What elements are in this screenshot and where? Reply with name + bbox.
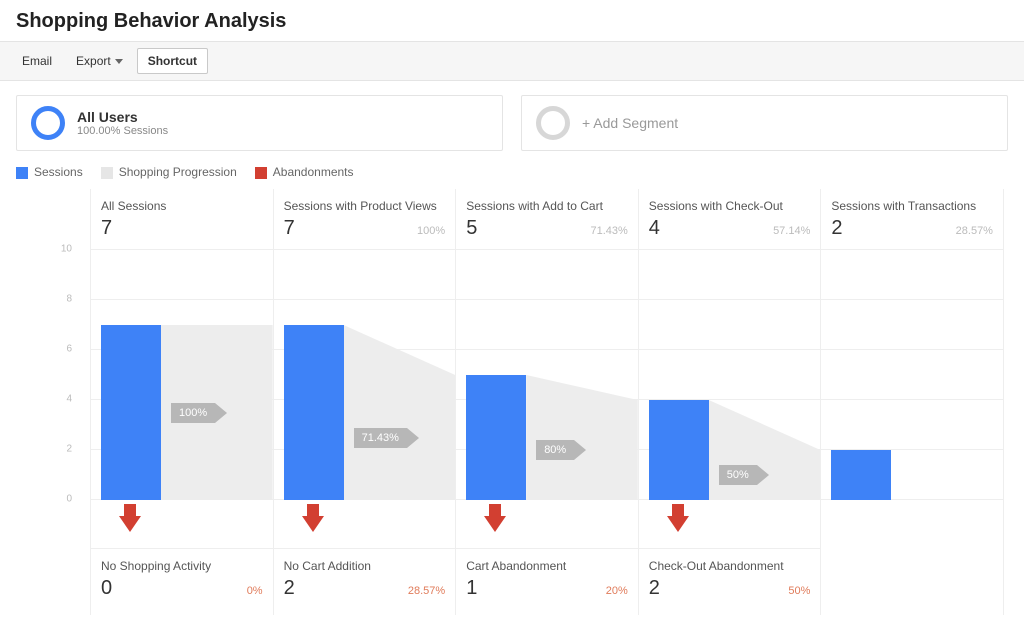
abandon-pct: 20% [606, 585, 628, 597]
progression-pct: 80% [536, 440, 574, 460]
sessions-bar [101, 325, 161, 500]
step-header: All Sessions 7 [91, 189, 273, 250]
toolbar: Email Export Shortcut [0, 41, 1024, 81]
abandon-footer: No Cart Addition 2 28.57% [274, 549, 456, 615]
abandon-arrow-area [274, 500, 456, 549]
sessions-bar [649, 400, 709, 500]
abandon-pct: 28.57% [408, 585, 445, 597]
email-button[interactable]: Email [12, 49, 62, 73]
segment-all-users[interactable]: All Users 100.00% Sessions [16, 95, 503, 151]
arrow-down-icon [667, 516, 689, 532]
abandon-label: Cart Abandonment [466, 559, 628, 573]
progression-arrow: 50% [719, 465, 769, 485]
step-header: Sessions with Transactions 2 28.57% [821, 189, 1003, 250]
sessions-bar [466, 375, 526, 500]
funnel-step[interactable]: Sessions with Transactions 2 28.57% [820, 189, 1004, 615]
funnel-step[interactable]: Sessions with Product Views 7 100% 71.43% No… [273, 189, 456, 615]
legend-item-abandonments: Abandonments [255, 165, 354, 179]
step-pct: 100% [417, 225, 445, 237]
export-button[interactable]: Export [66, 49, 133, 73]
abandon-arrow-area [456, 500, 638, 549]
step-value: 7 [284, 217, 295, 240]
abandon-value: 0 [101, 577, 112, 600]
step-pct: 71.43% [590, 225, 627, 237]
step-header: Sessions with Check-Out 4 57.14% [639, 189, 821, 250]
step-chart-area: 100% [91, 250, 273, 500]
segment-circle-icon [31, 106, 65, 140]
shortcut-button[interactable]: Shortcut [137, 48, 208, 74]
abandon-footer: Cart Abandonment 1 20% [456, 549, 638, 615]
abandon-pct: 50% [788, 585, 810, 597]
segment-subtitle: 100.00% Sessions [77, 125, 168, 137]
step-value: 4 [649, 217, 660, 240]
progression-pct: 71.43% [354, 428, 407, 448]
abandon-label: Check-Out Abandonment [649, 559, 811, 573]
funnel-step[interactable]: Sessions with Check-Out457.14%50%Check-O… [638, 189, 821, 615]
step-pct: 57.14% [773, 225, 810, 237]
step-value: 2 [831, 217, 842, 240]
funnel-step[interactable]: All Sessions 7 100% No Shopping Activity 0 0% [90, 189, 273, 615]
step-pct: 28.57% [956, 225, 993, 237]
legend-item-sessions: Sessions [16, 165, 83, 179]
y-tick: 6 [66, 344, 72, 355]
funnel-chart: 0246810 All Sessions7100%No Shopping Act… [10, 189, 1014, 615]
y-tick: 2 [66, 444, 72, 455]
arrow-down-icon [302, 516, 324, 532]
step-chart-area [821, 250, 1003, 500]
progression-pct: 50% [719, 465, 757, 485]
progression-flow [709, 400, 821, 500]
progression-flow [344, 325, 456, 500]
legend: Sessions Shopping Progression Abandonmen… [16, 165, 1008, 179]
y-tick: 8 [66, 294, 72, 305]
segment-title: All Users [77, 109, 168, 125]
abandon-label: No Shopping Activity [101, 559, 263, 573]
progression-arrow: 80% [536, 440, 586, 460]
segment-add[interactable]: + Add Segment [521, 95, 1008, 151]
abandon-arrow-area [639, 500, 821, 549]
funnel-columns: All Sessions 7 100% No Shopping Activity 0 0%… [90, 189, 1004, 615]
step-label: All Sessions [101, 199, 263, 213]
abandon-value: 2 [649, 577, 660, 600]
step-chart-area: 80% [456, 250, 638, 500]
chevron-down-icon [115, 59, 123, 64]
step-label: Sessions with Check-Out [649, 199, 811, 213]
abandon-pct: 0% [247, 585, 263, 597]
step-chart-area: 71.43% [274, 250, 456, 500]
progression-pct: 100% [171, 403, 215, 423]
step-label: Sessions with Product Views [284, 199, 446, 213]
sessions-bar [284, 325, 344, 500]
y-tick: 4 [66, 394, 72, 405]
arrow-down-icon [484, 516, 506, 532]
step-header: Sessions with Product Views 7 100% [274, 189, 456, 250]
step-label: Sessions with Transactions [831, 199, 993, 213]
abandon-label: No Cart Addition [284, 559, 446, 573]
y-tick: 10 [61, 244, 72, 255]
segment-circle-icon [536, 106, 570, 140]
step-value: 5 [466, 217, 477, 240]
progression-flow [526, 375, 638, 500]
y-tick: 0 [66, 494, 72, 505]
step-header: Sessions with Add to Cart 5 71.43% [456, 189, 638, 250]
abandon-footer: No Shopping Activity 0 0% [91, 549, 273, 615]
abandon-arrow-area [91, 500, 273, 549]
sessions-bar [831, 450, 891, 500]
step-chart-area: 50% [639, 250, 821, 500]
step-label: Sessions with Add to Cart [466, 199, 628, 213]
funnel-step[interactable]: Sessions with Add to Cart 5 71.43% 80% Cart … [455, 189, 638, 615]
abandon-value: 2 [284, 577, 295, 600]
arrow-down-icon [119, 516, 141, 532]
step-value: 7 [101, 217, 112, 240]
abandon-value: 1 [466, 577, 477, 600]
export-label: Export [76, 54, 111, 68]
progression-arrow: 100% [171, 403, 227, 423]
progression-arrow: 71.43% [354, 428, 419, 448]
segment-row: All Users 100.00% Sessions + Add Segment [16, 95, 1008, 151]
legend-item-progression: Shopping Progression [101, 165, 237, 179]
abandon-footer: Check-Out Abandonment 2 50% [639, 549, 821, 615]
page-title: Shopping Behavior Analysis [16, 10, 1008, 33]
add-segment-label: + Add Segment [582, 115, 678, 131]
